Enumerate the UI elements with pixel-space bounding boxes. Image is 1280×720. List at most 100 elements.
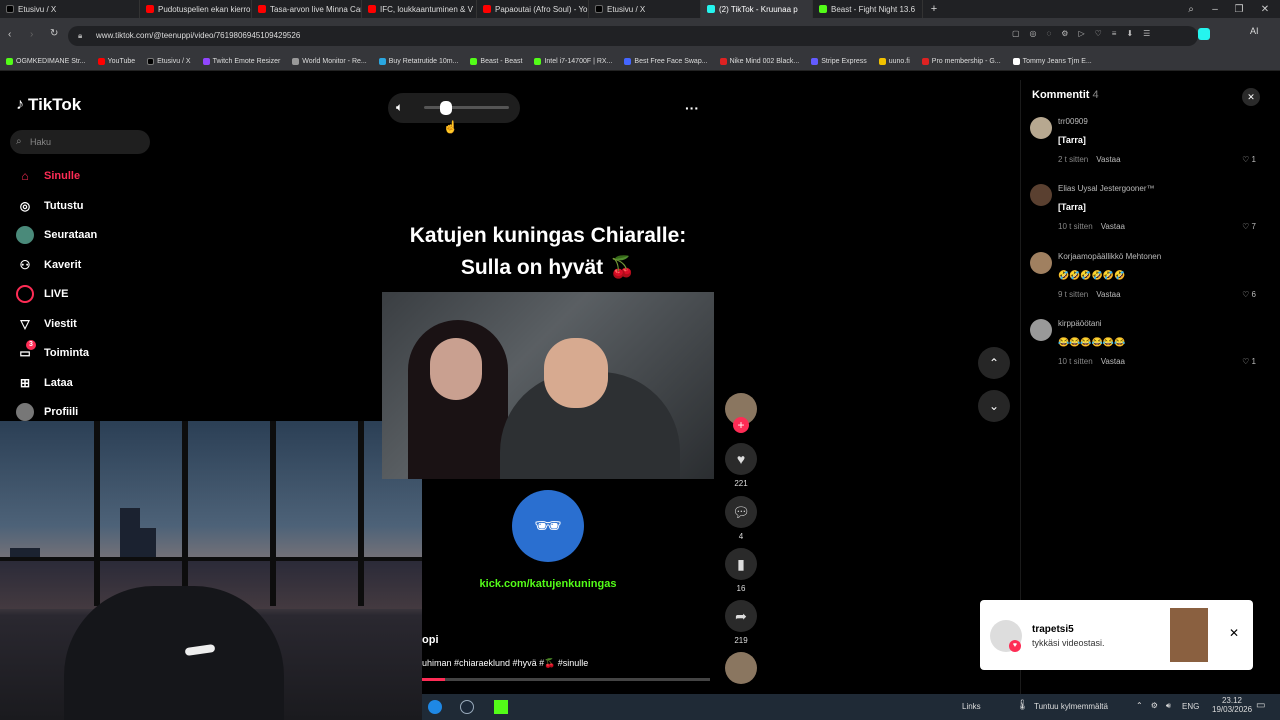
tab[interactable]: Pudotuspelien ekan kierro	[140, 0, 252, 18]
like-action[interactable]: ♥ 221	[725, 443, 757, 488]
save-action[interactable]: ▮ 16	[725, 548, 757, 593]
search-tabs-icon[interactable]: ⌕	[1180, 0, 1202, 18]
youtube-icon	[146, 5, 154, 13]
bookmark[interactable]: YouTube	[92, 58, 142, 65]
maximize-button[interactable]: ❐	[1228, 0, 1250, 18]
nav-item-toiminta[interactable]: ▭ 3 Toiminta	[16, 340, 89, 362]
nav-item-seurataan[interactable]: Seurataan	[16, 226, 97, 244]
comment-item: Elias Uysal Jestergooner™ [Tarra] 10 t s…	[1030, 184, 1260, 234]
nav-item-lataa[interactable]: ⊞ Lataa	[16, 374, 73, 392]
avatar[interactable]	[1030, 252, 1052, 274]
video-frame[interactable]	[382, 292, 714, 479]
comment-action[interactable]: 💬︎ 4	[725, 496, 757, 541]
bookmark[interactable]: Buy Retatrutide 10m...	[373, 58, 465, 65]
comment-like[interactable]: ♡ 1	[1242, 155, 1256, 164]
new-tab-button[interactable]: +	[923, 0, 945, 18]
volume-slider-thumb[interactable]	[440, 101, 452, 115]
extension-icon[interactable]	[1198, 28, 1210, 40]
avatar[interactable]	[1030, 319, 1052, 341]
extensions-icon[interactable]: ▢◎◌⚙▷♡≡⬇☰	[1012, 29, 1160, 38]
live-icon	[16, 285, 34, 303]
previous-video-button[interactable]: ⌃	[978, 347, 1010, 379]
bookmark[interactable]: Stripe Express	[805, 58, 873, 65]
edge-icon[interactable]	[428, 700, 442, 714]
ai-button[interactable]: AI	[1250, 26, 1259, 36]
links-label[interactable]: Links	[962, 702, 981, 711]
bookmark[interactable]: Intel i7-14700F | RX...	[528, 58, 618, 65]
tab[interactable]: IFC, loukkaantuminen & V	[362, 0, 477, 18]
nav-item-kaverit[interactable]: ⚇ Kaverit	[16, 256, 82, 274]
language-indicator[interactable]: ENG	[1182, 702, 1199, 711]
next-video-button[interactable]: ⌄	[978, 390, 1010, 422]
bookmark[interactable]: Twitch Emote Resizer	[197, 58, 287, 65]
bookmark[interactable]: Beast - Beast	[464, 58, 528, 65]
title-line: Katujen kuningas Chiaralle:	[409, 224, 687, 247]
comment-user[interactable]: kirppäöötani	[1058, 319, 1102, 328]
like-notification[interactable]: ♥ trapetsi5 tykkäsi videostasi. ✕	[980, 600, 1253, 670]
notification-center-icon[interactable]: ▭	[1256, 700, 1265, 711]
comment-time: 10 t sitten	[1058, 357, 1093, 366]
comment-user[interactable]: Elias Uysal Jestergooner™	[1058, 184, 1154, 193]
follow-plus-icon[interactable]: +	[733, 417, 749, 433]
reply-button[interactable]: Vastaa	[1096, 155, 1120, 164]
avatar[interactable]	[1030, 117, 1052, 139]
search-input[interactable]: ⌕ Haku	[10, 130, 150, 154]
nav-item-sinulle[interactable]: ⌂ Sinulle	[16, 167, 80, 185]
tray-icons[interactable]: ⌃⚙🔊︎	[1136, 701, 1179, 711]
nav-item-profiili[interactable]: Profiili	[16, 403, 78, 421]
bookmark[interactable]: World Monitor - Re...	[286, 58, 372, 65]
tab-label: Beast - Fight Night 13.6	[831, 4, 916, 14]
nav-item-live[interactable]: LIVE	[16, 285, 68, 303]
comment-user[interactable]: Korjaamopäällikkö Mehtonen	[1058, 252, 1161, 261]
nav-item-tutustu[interactable]: ◎ Tutustu	[16, 197, 84, 215]
music-disc-avatar[interactable]	[725, 652, 757, 684]
bookmark[interactable]: Best Free Face Swap...	[618, 58, 713, 65]
reply-button[interactable]: Vastaa	[1096, 290, 1120, 299]
face-left	[430, 338, 482, 400]
weather-text[interactable]: Tuntuu kylmemmältä	[1034, 702, 1108, 711]
taskbar: Links 🌡︎ Tuntuu kylmemmältä ⌃⚙🔊︎ ENG 23.…	[422, 694, 1280, 720]
close-comments-button[interactable]: ✕	[1242, 88, 1260, 106]
tab[interactable]: Papaoutai (Afro Soul) - Yo	[477, 0, 589, 18]
nav-item-viestit[interactable]: ▽ Viestit	[16, 315, 76, 333]
tab[interactable]: Etusivu / X	[0, 0, 140, 18]
bookmark-icon[interactable]: ▮	[725, 548, 757, 580]
bookmark[interactable]: OGMKEDIMANE Str...	[0, 58, 92, 65]
heart-icon[interactable]: ♥	[725, 443, 757, 475]
progress-track[interactable]	[422, 678, 710, 681]
more-options-icon[interactable]: ···	[685, 100, 699, 116]
kick-icon[interactable]	[494, 700, 508, 714]
comment-like[interactable]: ♡ 6	[1242, 290, 1256, 299]
tab-active[interactable]: (2) TikTok - Kruunaa p	[701, 0, 813, 18]
back-button[interactable]: ‹	[8, 29, 11, 40]
volume-control[interactable]: 🔈︎	[388, 93, 520, 123]
tiktok-logo[interactable]: ♪ TikTok	[16, 95, 81, 115]
share-icon[interactable]: ➦	[725, 600, 757, 632]
comment-user[interactable]: trr00909	[1058, 117, 1088, 126]
comment-like[interactable]: ♡ 7	[1242, 222, 1256, 231]
reply-button[interactable]: Vastaa	[1101, 222, 1125, 231]
bookmark[interactable]: Nike Mind 002 Black...	[714, 58, 806, 65]
kick-link[interactable]: kick.com/katujenkuningas	[382, 578, 714, 590]
volume-track[interactable]	[424, 106, 509, 109]
close-window-button[interactable]: ✕	[1254, 0, 1276, 18]
clock[interactable]: 23.12 19/03/2026	[1212, 696, 1252, 714]
tab[interactable]: Etusivu / X	[589, 0, 701, 18]
bookmark[interactable]: uuno.fi	[873, 58, 916, 65]
reload-button[interactable]: ↻	[50, 28, 58, 39]
share-action[interactable]: ➦ 219	[725, 600, 757, 645]
bookmark[interactable]: Tommy Jeans Tjm E...	[1007, 58, 1098, 65]
forward-button[interactable]: ›	[30, 29, 33, 40]
reply-button[interactable]: Vastaa	[1101, 357, 1125, 366]
bookmark[interactable]: Pro membership - G...	[916, 58, 1007, 65]
tab[interactable]: Tasa-arvon live Minna Can	[252, 0, 362, 18]
comment-icon[interactable]: 💬︎	[725, 496, 757, 528]
avatar[interactable]	[1030, 184, 1052, 206]
comment-like[interactable]: ♡ 1	[1242, 357, 1256, 366]
minimize-button[interactable]: –	[1204, 0, 1226, 18]
bookmark[interactable]: Etusivu / X	[141, 58, 196, 65]
video-author[interactable]: opi	[422, 634, 439, 646]
close-notification-icon[interactable]: ✕	[1229, 626, 1239, 640]
tab[interactable]: Beast - Fight Night 13.6	[813, 0, 923, 18]
steam-icon[interactable]	[460, 700, 474, 714]
